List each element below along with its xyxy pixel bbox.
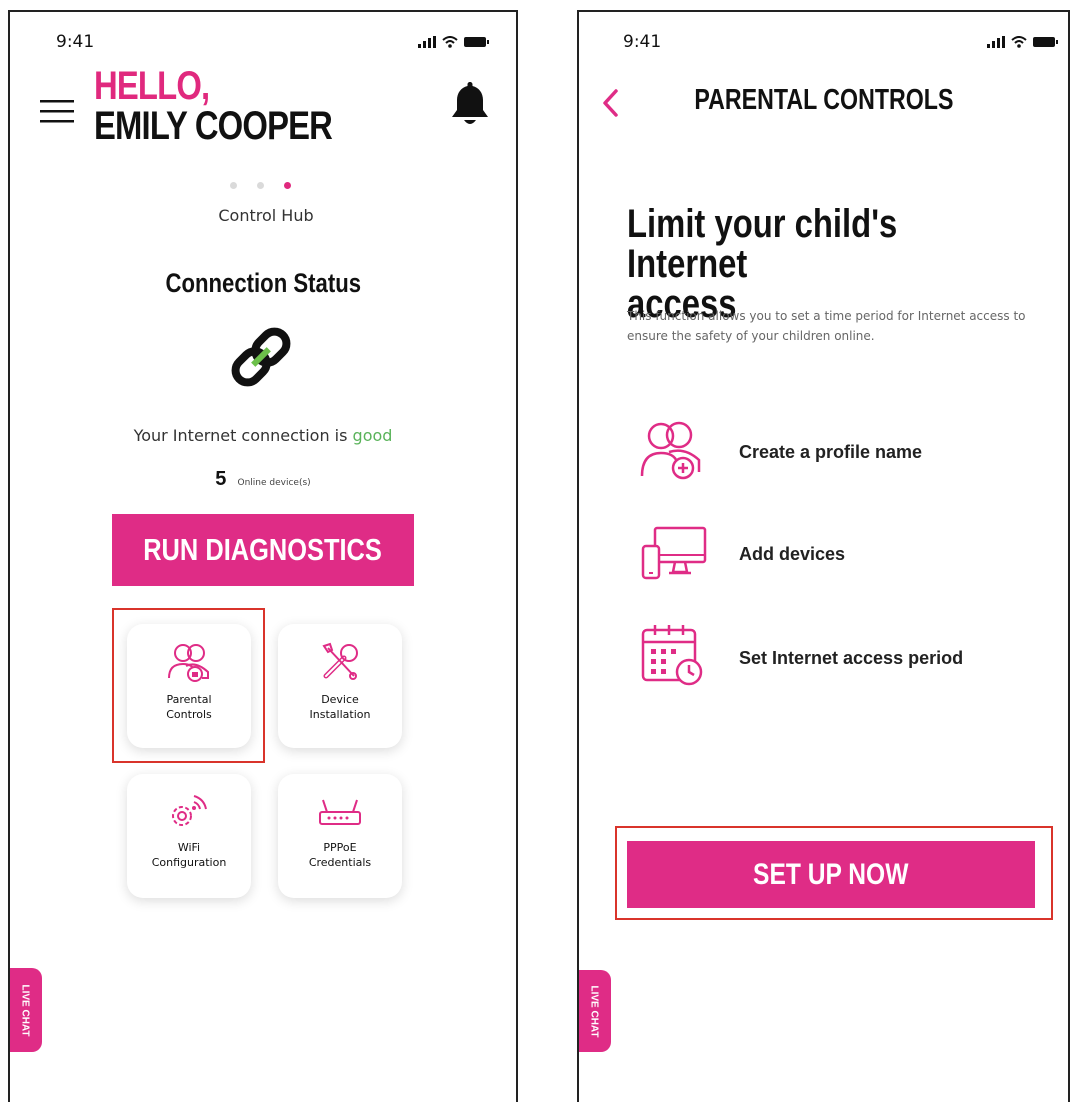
tile-label: Device Installation (309, 693, 371, 721)
online-count: 5 (215, 468, 227, 490)
status-icons (418, 36, 490, 48)
connection-message: Your Internet connection is good (10, 426, 516, 445)
parental-controls-screen: 9:41 PARENTAL CONTROLS Limit your child'… (577, 10, 1070, 1102)
step-profile-name: Create a profile name (739, 442, 923, 462)
calendar-clock-icon (641, 625, 703, 686)
connection-title-text: Connection Status (165, 268, 361, 298)
tools-icon (322, 642, 358, 680)
carousel-label: Control Hub (218, 206, 314, 225)
online-label: Online device(s) (237, 478, 311, 488)
step-add-devices: Add devices (739, 544, 846, 564)
wifi-icon (1011, 36, 1027, 48)
carousel-dot[interactable] (257, 182, 264, 189)
status-time: 9:41 (56, 32, 95, 52)
carousel-indicator[interactable] (230, 182, 291, 189)
wifi-icon (442, 36, 458, 48)
tile-label: PPPoE Credentials (308, 841, 372, 869)
tile-device-installation[interactable]: Device Installation (278, 624, 402, 748)
page-title-text: PARENTAL CONTROLS (693, 84, 954, 116)
signal-icon (418, 36, 436, 48)
run-diagnostics-button[interactable]: RUN DIAGNOSTICS (112, 514, 414, 586)
tile-pppoe-credentials[interactable]: PPPoE Credentials (278, 774, 402, 898)
run-diagnostics-label: RUN DIAGNOSTICS (143, 532, 383, 567)
carousel-dot[interactable] (230, 182, 237, 189)
greeting: HELLO, EMILY COOPER (94, 64, 333, 148)
battery-icon (1033, 37, 1058, 47)
bell-icon[interactable] (450, 80, 490, 128)
live-chat-label: LIVE CHAT (588, 984, 600, 1038)
online-devices: 5 Online device(s) (10, 468, 516, 491)
greeting-line1: HELLO, (94, 64, 210, 108)
wifi-gear-icon (172, 795, 207, 826)
battery-icon (464, 37, 489, 47)
step-access-period: Set Internet access period (739, 648, 964, 668)
tile-label: WiFi Configuration (151, 841, 227, 869)
status-time: 9:41 (623, 32, 662, 52)
link-icon (231, 327, 291, 387)
router-icon (319, 799, 361, 825)
connection-quality: good (352, 426, 393, 445)
tile-wifi-configuration[interactable]: WiFi Configuration (127, 774, 251, 898)
home-screen: 9:41 HELLO, EMILY COOPER Control Hub Con… (8, 10, 518, 1102)
tile-label: Parental Controls (166, 693, 212, 721)
greeting-name: EMILY COOPER (94, 104, 333, 148)
headline-line1: Limit your child's Internet (627, 202, 898, 286)
live-chat-label: LIVE CHAT (19, 983, 31, 1037)
setup-now-label: SET UP NOW (753, 857, 909, 891)
status-icons (987, 36, 1059, 48)
parental-controls-icon (168, 644, 209, 682)
devices-icon (641, 526, 707, 580)
connection-title: Connection Status (10, 268, 516, 299)
menu-icon[interactable] (40, 100, 74, 124)
connection-text: Your Internet connection is (133, 426, 353, 445)
signal-icon (987, 36, 1005, 48)
live-chat-tab[interactable]: LIVE CHAT (10, 968, 42, 1052)
description: This function allows you to set a time p… (627, 309, 1026, 343)
carousel-dot-active[interactable] (284, 182, 291, 189)
tile-parental-controls[interactable]: Parental Controls (127, 624, 251, 748)
setup-now-button[interactable]: SET UP NOW (627, 841, 1035, 908)
profile-add-icon (640, 421, 701, 480)
live-chat-tab[interactable]: LIVE CHAT (579, 970, 611, 1052)
page-title: PARENTAL CONTROLS (579, 84, 1068, 117)
